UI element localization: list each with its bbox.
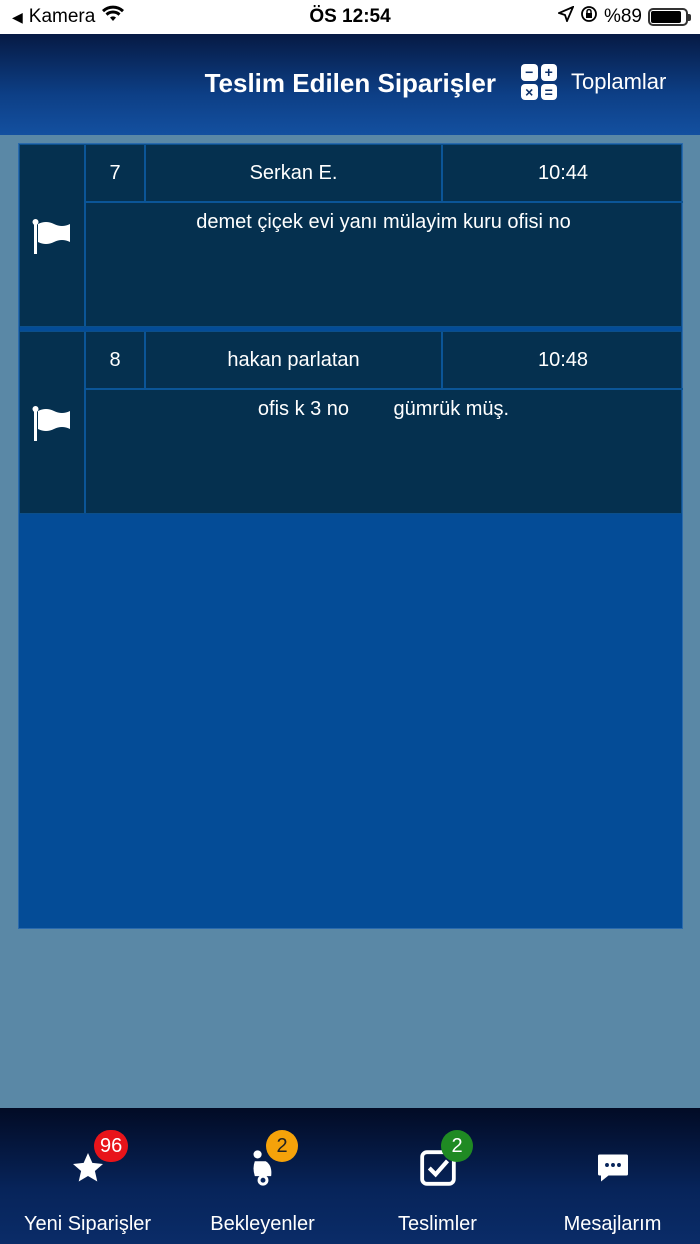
- orders-list: 7 Serkan E. 10:44 demet çiçek evi yanı m…: [18, 143, 683, 929]
- delivered-badge: 2: [441, 1130, 473, 1162]
- order-number: 7: [86, 145, 146, 203]
- order-address: ofis k 3 no gümrük müş.: [257, 398, 510, 420]
- calculator-icon: − + × =: [521, 64, 557, 100]
- totals-label: Toplamlar: [571, 69, 667, 94]
- new-orders-badge: 96: [94, 1130, 129, 1162]
- status-right: %89: [556, 5, 691, 29]
- order-row[interactable]: 7 Serkan E. 10:44 demet çiçek evi yanı m…: [19, 144, 683, 327]
- page-title: Teslim Edilen Siparişler: [204, 68, 496, 98]
- order-time: 10:44: [443, 145, 683, 203]
- tab-delivered[interactable]: Teslimler: [350, 1108, 525, 1244]
- totals-button[interactable]: − + × = Toplamlar: [521, 64, 666, 100]
- location-arrow-icon: [556, 5, 575, 28]
- battery-percent: %89: [603, 6, 642, 27]
- customer-name: hakan parlatan: [146, 332, 443, 390]
- order-number: 8: [86, 332, 146, 390]
- customer-name: Serkan E.: [146, 145, 443, 203]
- header: Teslim Edilen Siparişler − + × = Toplamlar: [0, 34, 700, 135]
- tab-label: Yeni Siparişler: [23, 1213, 152, 1235]
- flag-cell[interactable]: [20, 332, 86, 513]
- order-row[interactable]: 8 hakan parlatan 10:48 ofis k 3 no gümrü…: [19, 331, 683, 514]
- tab-messages[interactable]: Mesajlarım: [525, 1108, 700, 1244]
- flag-icon: [32, 405, 70, 441]
- message-icon: [593, 1148, 633, 1188]
- tab-pending[interactable]: Bekleyenler: [175, 1108, 350, 1244]
- order-address: demet çiçek evi yanı mülayim kuru ofisi …: [196, 211, 571, 233]
- battery-icon: [648, 8, 691, 26]
- flag-cell[interactable]: [20, 145, 86, 326]
- status-left: ◀ Kamera: [12, 5, 125, 29]
- tab-bar: Yeni Siparişler Bekleyenler Teslimler Me…: [0, 1108, 700, 1244]
- status-bar: ◀ Kamera ÖS 12:54 %89: [0, 0, 700, 34]
- back-arrow-icon[interactable]: ◀: [12, 9, 23, 26]
- battery-fill: [651, 11, 682, 23]
- tab-new-orders[interactable]: Yeni Siparişler: [0, 1108, 175, 1244]
- tab-label: Bekleyenler: [210, 1213, 315, 1235]
- rotation-lock-icon: [580, 5, 598, 29]
- pending-badge: 2: [266, 1130, 298, 1162]
- order-time: 10:48: [443, 332, 683, 390]
- wifi-icon: [101, 5, 125, 29]
- back-app-label[interactable]: Kamera: [29, 6, 96, 28]
- flag-icon: [32, 218, 70, 254]
- tab-label: Teslimler: [398, 1213, 477, 1235]
- tab-label: Mesajlarım: [563, 1213, 662, 1235]
